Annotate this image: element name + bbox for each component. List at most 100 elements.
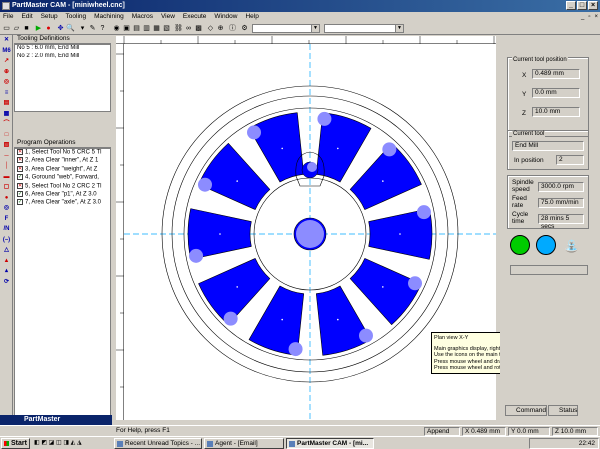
help-icon[interactable]: ? bbox=[98, 24, 107, 33]
menu-macros[interactable]: Macros bbox=[129, 12, 156, 22]
task-partmaster[interactable]: PartMaster CAM - [mi... bbox=[286, 438, 374, 449]
power-icon[interactable] bbox=[510, 235, 530, 255]
tool-circle-plus-icon[interactable]: ⊕ bbox=[0, 67, 13, 78]
tool-peak-icon[interactable]: ▲ bbox=[0, 256, 13, 267]
tool-area-icon[interactable]: ▤ bbox=[0, 98, 13, 109]
menu-help[interactable]: Help bbox=[242, 12, 261, 22]
disabled-check-icon[interactable]: ✕ bbox=[17, 182, 23, 189]
task-agent-email[interactable]: Agent - [Email] bbox=[204, 438, 284, 449]
operation-row[interactable]: ✕ 3, Area Clear "weight", At Z bbox=[15, 165, 110, 174]
view-iso-icon[interactable]: ▦ bbox=[152, 24, 161, 33]
minimize-button[interactable]: _ bbox=[566, 1, 576, 10]
tool-icon[interactable]: ⚙ bbox=[240, 24, 249, 33]
operations-header: Program Operations bbox=[14, 139, 111, 148]
tool-change-icon[interactable]: M6 bbox=[0, 46, 13, 57]
tool-bar-icon[interactable]: ▬ bbox=[0, 172, 13, 183]
task-recent-topics[interactable]: Recent Unread Topics - ... bbox=[114, 438, 202, 449]
stop-icon[interactable]: ● bbox=[44, 24, 53, 33]
save-icon[interactable]: ■ bbox=[22, 24, 31, 33]
enabled-check-icon[interactable]: ✓ bbox=[17, 199, 23, 206]
mdi-minimize-button[interactable]: _ bbox=[579, 12, 586, 22]
disabled-check-icon[interactable]: ✕ bbox=[17, 157, 23, 164]
pocket-tool-mark bbox=[382, 142, 397, 157]
menu-execute[interactable]: Execute bbox=[180, 12, 210, 22]
close-button[interactable]: × bbox=[588, 1, 598, 10]
zoom-dropdown-icon[interactable]: ▾ bbox=[78, 24, 87, 33]
timer-icon[interactable] bbox=[536, 235, 556, 255]
tool-n-icon[interactable]: /N bbox=[0, 224, 13, 235]
pencil-icon[interactable]: ✎ bbox=[88, 24, 97, 33]
pan-icon[interactable]: ✥ bbox=[56, 24, 65, 33]
operation-row[interactable]: ✕ 5, Select Tool No 2 CRC 2 Tl bbox=[15, 182, 110, 191]
view-side-icon[interactable]: ▥ bbox=[142, 24, 151, 33]
operation-row[interactable]: ✕ 2, Area Clear "inner", At Z 1 bbox=[15, 157, 110, 165]
tool-drill-icon[interactable]: ● bbox=[0, 193, 13, 204]
chain-icon[interactable]: ∞ bbox=[184, 24, 193, 33]
maximize-button[interactable]: □ bbox=[577, 1, 587, 10]
tool-arc-icon[interactable]: ⌒ bbox=[0, 119, 13, 130]
new-file-icon[interactable]: ▭ bbox=[2, 24, 11, 33]
view-top-icon[interactable]: ▤ bbox=[132, 24, 141, 33]
disabled-check-icon[interactable]: ✕ bbox=[17, 165, 23, 172]
enabled-check-icon[interactable]: ✓ bbox=[17, 174, 23, 181]
open-folder-icon[interactable]: ▱ bbox=[12, 24, 21, 33]
view-fit-icon[interactable]: ▧ bbox=[162, 24, 171, 33]
tool-lines-icon[interactable]: ≡ bbox=[0, 88, 13, 99]
mdi-close-button[interactable]: × bbox=[592, 12, 600, 22]
operation-row[interactable]: ✓ 7, Area Clear "axle", At Z 3.0 bbox=[15, 199, 110, 207]
tool-loop-icon[interactable]: ⟳ bbox=[0, 277, 13, 288]
tooling-item[interactable]: No 5 : 6.0 mm, End Mill bbox=[15, 45, 110, 53]
menu-view[interactable]: View bbox=[158, 12, 178, 22]
quicklaunch-icons[interactable]: ◧ ◩ ◪ ◫ ◨ ◭ ◮ bbox=[34, 439, 114, 448]
menu-machining[interactable]: Machining bbox=[91, 12, 127, 22]
enabled-check-icon[interactable]: ✓ bbox=[17, 190, 23, 197]
mdi-restore-button[interactable]: ▫ bbox=[586, 12, 592, 22]
main-toolbar: ▭ ▱ ■ ▶ ● ✥ 🔍 ▾ ✎ ? ◉ ▣ ▤ ▥ ▦ ▧ ⛓ ∞ ▩ ◇ … bbox=[0, 22, 600, 35]
view-front-icon[interactable]: ▣ bbox=[122, 24, 131, 33]
tool-rect-icon[interactable]: □ bbox=[0, 130, 13, 141]
tool-frame-icon[interactable]: ▢ bbox=[0, 182, 13, 193]
tab-command[interactable]: Command bbox=[505, 405, 547, 416]
tool-move-icon[interactable]: ↗ bbox=[0, 56, 13, 67]
menu-tooling[interactable]: Tooling bbox=[63, 12, 90, 22]
pocket-center-dot bbox=[382, 180, 384, 182]
app-icon bbox=[2, 2, 10, 10]
operation-row[interactable]: ✕ 1, Select Tool No 5 CRC 5 Tl bbox=[15, 149, 110, 157]
measure-icon[interactable]: ⊕ bbox=[216, 24, 225, 33]
layer-select[interactable]: ▼ bbox=[252, 24, 320, 33]
tool-hline-icon[interactable]: ─ bbox=[0, 151, 13, 162]
operation-row[interactable]: ✓ 4, Goround "web", Forward, bbox=[15, 174, 110, 182]
select-icon[interactable]: ◇ bbox=[206, 24, 215, 33]
link-icon[interactable]: ⛓ bbox=[174, 24, 183, 33]
operation-row[interactable]: ✓ 6, Area Clear "p1", At Z 3.0 bbox=[15, 190, 110, 199]
tool-up-icon[interactable]: ▴ bbox=[0, 266, 13, 277]
run-icon[interactable]: ▶ bbox=[34, 24, 43, 33]
start-button[interactable]: Start bbox=[1, 438, 30, 449]
menu-window[interactable]: Window bbox=[211, 12, 240, 22]
tool-vline-icon[interactable]: │ bbox=[0, 161, 13, 172]
y-label: Y bbox=[522, 91, 527, 98]
disabled-check-icon[interactable]: ✕ bbox=[17, 149, 23, 155]
menu-setup[interactable]: Setup bbox=[38, 12, 61, 22]
menu-edit[interactable]: Edit bbox=[18, 12, 35, 22]
coolant-tap-icon[interactable]: ⛲ bbox=[564, 239, 584, 253]
wheel-pocket bbox=[315, 285, 372, 356]
tab-status[interactable]: Status bbox=[548, 405, 579, 416]
tool-feed-icon[interactable]: F bbox=[0, 214, 13, 225]
tooling-item[interactable]: No 2 : 2.0 mm, End Mill bbox=[15, 53, 110, 61]
tool-comment-icon[interactable]: (–) bbox=[0, 235, 13, 246]
info-icon[interactable]: ⓘ bbox=[228, 24, 237, 33]
tool-target-icon[interactable]: ◎ bbox=[0, 203, 13, 214]
tool-name-field: End Mill bbox=[512, 141, 584, 151]
object-select[interactable]: ▼ bbox=[324, 24, 404, 33]
tool-hatch-icon[interactable]: ▦ bbox=[0, 109, 13, 120]
feed-label: Feed rate bbox=[512, 195, 527, 209]
tool-cross-icon[interactable]: ✕ bbox=[0, 35, 13, 46]
tool-ring-icon[interactable]: ◎ bbox=[0, 77, 13, 88]
view-eye-icon[interactable]: ◉ bbox=[112, 24, 121, 33]
zoom-icon[interactable]: 🔍 bbox=[66, 24, 75, 33]
tool-pocket-icon[interactable]: ▧ bbox=[0, 140, 13, 151]
menu-file[interactable]: File bbox=[0, 12, 16, 22]
grid-icon[interactable]: ▩ bbox=[194, 24, 203, 33]
tool-triangle-icon[interactable]: △ bbox=[0, 245, 13, 256]
